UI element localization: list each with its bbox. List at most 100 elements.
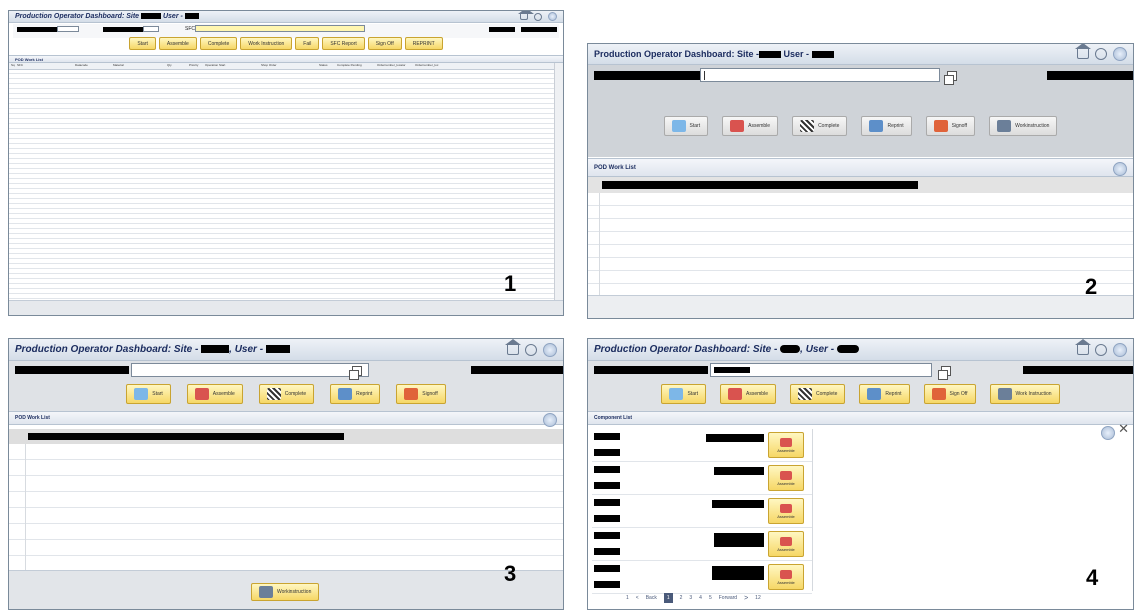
table-row[interactable] [588,245,1133,258]
table-row[interactable] [9,524,563,540]
complete-button[interactable]: Complete [258,384,315,404]
signoff-button[interactable]: Signoff [396,384,446,404]
work-instruction-button[interactable]: Work Instruction [240,37,293,50]
assemble-component-button[interactable]: Assemble [768,531,804,557]
screenshot-panel-2: Production Operator Dashboard: Site - Us… [587,43,1134,319]
forward-link[interactable]: Forward [719,595,737,601]
assemble-button[interactable]: Assemble [722,116,779,136]
current-page[interactable]: 1 [663,593,673,603]
globe-icon[interactable] [1113,342,1127,357]
assemble-button[interactable]: Assemble [186,384,243,404]
assemble-component-button[interactable]: Assemble [768,432,804,458]
assemble-component-button[interactable]: Assemble [768,498,804,524]
browse-icon[interactable] [944,71,957,85]
globe-icon[interactable] [1113,47,1127,61]
operation-field[interactable] [57,26,79,32]
globe-icon[interactable] [543,342,557,357]
start-button[interactable]: Start [663,116,709,136]
collapse-icon[interactable] [543,413,557,427]
worklist-header: POD Work List [9,55,563,63]
assemble-component-button[interactable]: Assemble [768,564,804,590]
signoff-button[interactable]: Signoff [925,116,976,136]
signoff-icon [931,388,946,400]
action-buttons: Start Assemble Complete Reprint Signoff … [588,116,1133,136]
table-row[interactable] [9,294,555,299]
assemble-icon [194,388,209,400]
page-link[interactable]: 3 [689,595,692,601]
assemble-icon [780,470,792,480]
reprint-button[interactable]: REPRINT [404,37,443,50]
first-page-link[interactable]: 1 [626,595,629,601]
table-row[interactable] [588,219,1133,232]
assemble-label: Assemble [777,546,795,552]
resource-field[interactable] [143,26,159,32]
start-button[interactable]: Start [126,384,171,404]
checkered-flag-icon [266,388,281,400]
power-icon[interactable] [1095,48,1107,60]
table-row[interactable] [588,206,1133,219]
complete-button[interactable]: Complete [199,37,238,50]
table-row[interactable] [588,232,1133,245]
home-icon[interactable] [505,339,521,355]
home-icon[interactable] [1075,44,1091,59]
sfc-input[interactable] [710,363,951,380]
workinstruction-button[interactable]: Workinstruction [251,583,320,601]
assemble-icon [780,437,792,447]
prev-arrow-icon[interactable]: < [636,595,639,601]
printer-icon [867,388,882,400]
assemble-icon [780,536,792,546]
table-row[interactable] [9,508,563,524]
home-icon[interactable] [1075,339,1091,355]
assemble-button[interactable]: Assemble [720,384,776,404]
screenshot-panel-3: Production Operator Dashboard: Site - , … [8,338,564,610]
table-row[interactable] [588,271,1133,284]
page-link[interactable]: 4 [699,595,702,601]
last-page-link[interactable]: 12 [755,595,761,601]
table-row[interactable] [9,540,563,556]
work-instruction-button[interactable]: Work Instruction [989,384,1060,404]
start-button[interactable]: Start [661,384,707,404]
home-icon[interactable] [518,11,534,20]
complete-button[interactable]: Complete [792,116,848,136]
close-icon[interactable]: ✕ [1118,421,1129,437]
sfc-input[interactable] [195,25,365,32]
reprint-button[interactable]: Reprint [330,384,381,404]
table-row[interactable] [9,492,563,508]
table-row[interactable] [588,258,1133,271]
back-link[interactable]: Back [646,595,657,601]
start-button[interactable]: Start [129,37,156,50]
browse-icon[interactable] [938,366,951,380]
sfc-report-button[interactable]: SFC Report [322,37,365,50]
worklist-table [588,193,1133,297]
table-row[interactable] [9,476,563,492]
workinstruction-button[interactable]: Workinstruction [989,116,1058,136]
table-row[interactable] [588,193,1133,206]
fail-button[interactable]: Fail [295,37,320,50]
power-icon[interactable] [1095,343,1107,356]
page-link[interactable]: 2 [680,595,683,601]
collapse-icon[interactable] [1101,426,1115,440]
assemble-component-button[interactable]: Assemble [768,465,804,491]
power-icon[interactable] [525,343,537,356]
signoff-icon [933,120,948,132]
reprint-button[interactable]: Reprint [859,384,910,404]
complete-button[interactable]: Complete [789,384,846,404]
selected-row[interactable] [588,177,1133,193]
page-link[interactable]: 5 [709,595,712,601]
power-icon[interactable] [534,12,542,21]
globe-icon[interactable] [548,12,557,21]
sfc-input[interactable] [131,363,369,380]
selected-row[interactable] [9,429,563,444]
vertical-scrollbar[interactable] [554,63,563,301]
sign-off-button[interactable]: Sign Off [367,37,402,50]
assemble-button[interactable]: Assemble [158,37,197,50]
next-arrow-icon[interactable]: > [744,595,748,602]
browse-icon[interactable] [349,366,362,380]
table-row[interactable] [9,444,563,460]
sfc-input[interactable] [700,68,957,85]
reprint-button[interactable]: Reprint [861,116,912,136]
table-row[interactable] [9,460,563,476]
title-bar: Production Operator Dashboard: Site - , … [9,339,563,361]
sign-off-button[interactable]: Sign Off [923,384,976,404]
collapse-icon[interactable] [1113,162,1127,176]
